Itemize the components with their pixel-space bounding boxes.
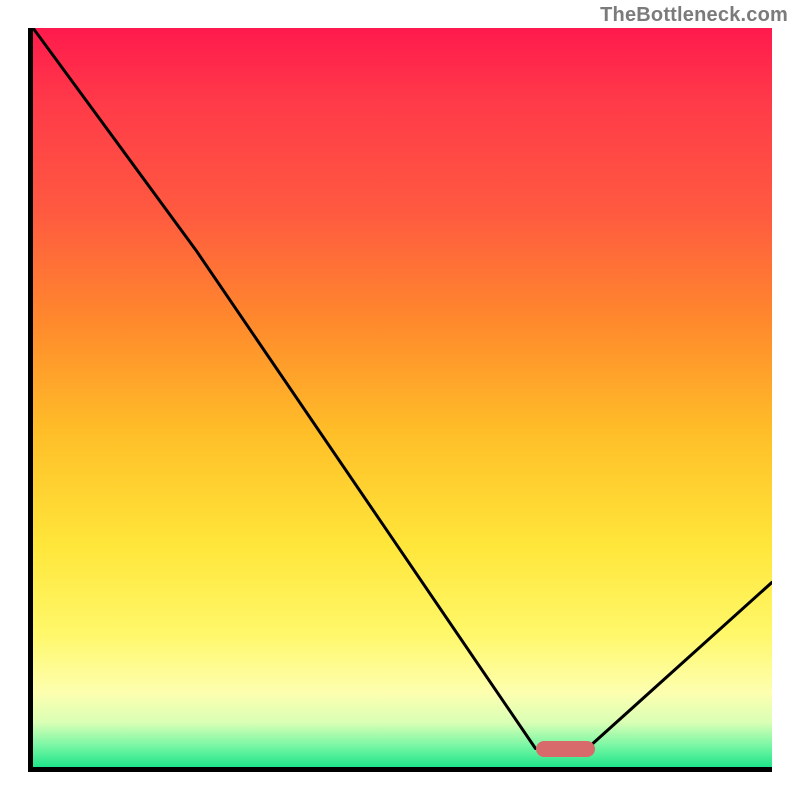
- plot-area: [28, 28, 772, 772]
- optimal-range-marker: [536, 741, 595, 757]
- chart-container: TheBottleneck.com: [0, 0, 800, 800]
- heat-gradient: [33, 28, 772, 767]
- attribution-label: TheBottleneck.com: [600, 4, 788, 27]
